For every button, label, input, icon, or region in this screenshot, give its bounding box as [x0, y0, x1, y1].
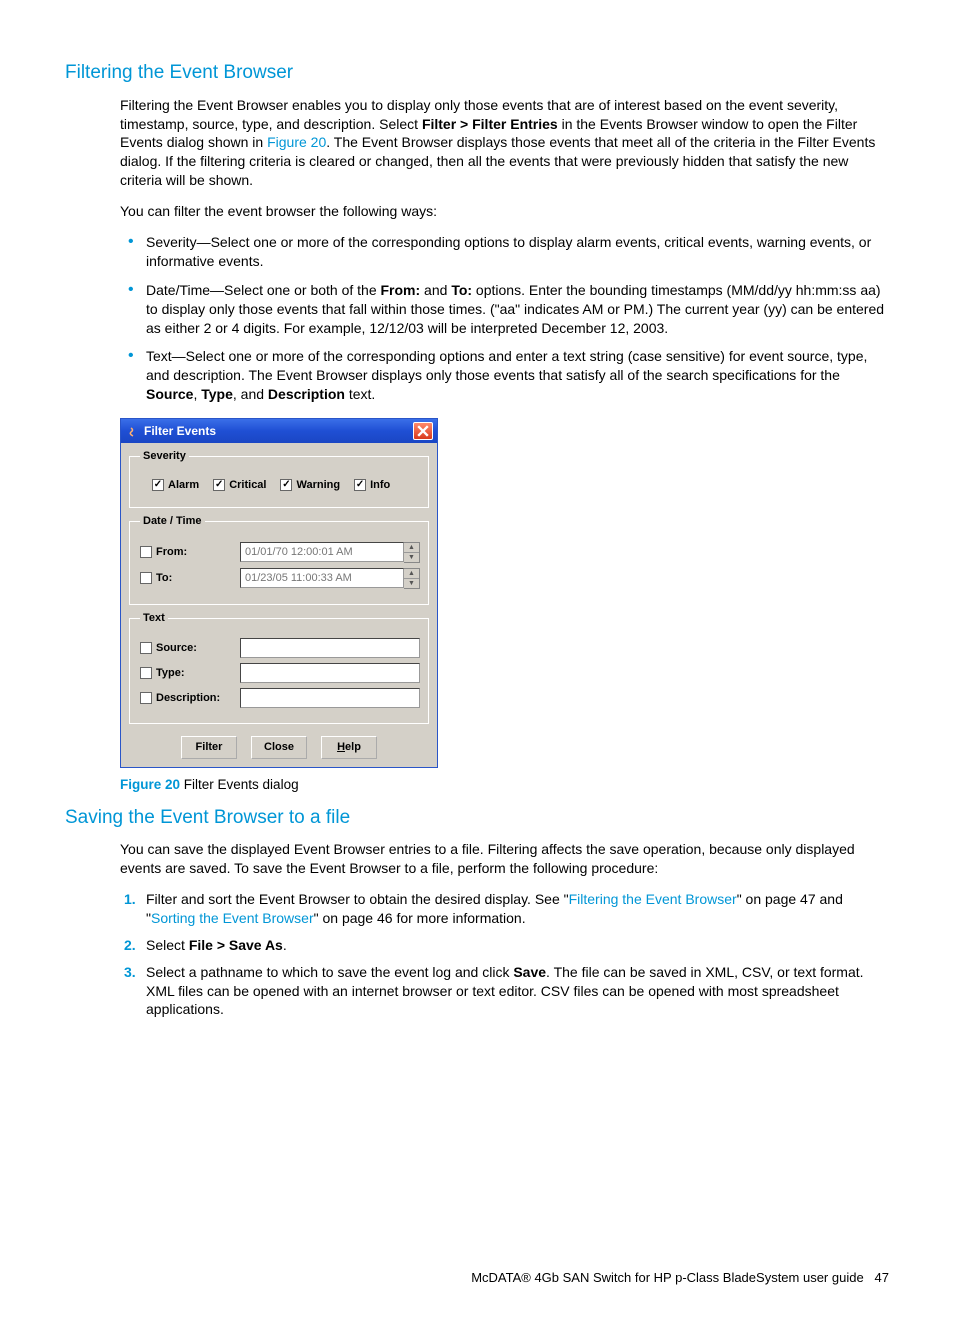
heading-filtering: Filtering the Event Browser: [65, 60, 889, 86]
bold-description: Description: [268, 386, 345, 402]
label-from: From:: [156, 545, 187, 560]
text: .: [283, 937, 287, 953]
checkbox-from[interactable]: From:: [140, 545, 232, 560]
bullet-severity: Severity—Select one or more of the corre…: [146, 233, 889, 271]
text: Filter and sort the Event Browser to obt…: [146, 891, 569, 907]
text: Text—Select one or more of the correspon…: [146, 348, 867, 383]
menupath-save-as: File > Save As: [189, 937, 283, 953]
page-footer: McDATA® 4Gb SAN Switch for HP p-Class Bl…: [65, 1269, 889, 1287]
checkbox-warning[interactable]: Warning: [280, 478, 340, 493]
figure-caption: Figure 20 Filter Events dialog: [120, 776, 889, 794]
help-button[interactable]: Help: [321, 736, 377, 759]
figure-number: Figure 20: [120, 777, 180, 792]
checkbox-to[interactable]: To:: [140, 571, 232, 586]
bullet-text: Text—Select one or more of the correspon…: [146, 347, 889, 404]
severity-group: Severity Alarm Critical Warning Info: [129, 449, 429, 508]
to-datetime-input[interactable]: [240, 568, 404, 588]
section2-para1: You can save the displayed Event Browser…: [120, 840, 889, 878]
source-input[interactable]: [240, 638, 420, 658]
from-spinner[interactable]: ▲▼: [404, 542, 420, 563]
label-critical: Critical: [229, 478, 266, 493]
filter-button[interactable]: Filter: [181, 736, 237, 759]
close-button[interactable]: [413, 422, 433, 440]
bold-source: Source: [146, 386, 193, 402]
step-3: Select a pathname to which to save the e…: [146, 963, 889, 1020]
figure-text: Filter Events dialog: [180, 777, 299, 792]
text-legend: Text: [140, 611, 168, 626]
text: Select a pathname to which to save the e…: [146, 964, 513, 980]
link-filtering[interactable]: Filtering the Event Browser: [569, 891, 737, 907]
text: and: [420, 282, 451, 298]
filter-ways-list: Severity—Select one or more of the corre…: [120, 233, 889, 404]
text: Date/Time—Select one or both of the: [146, 282, 381, 298]
label-to: To:: [156, 571, 172, 586]
description-input[interactable]: [240, 688, 420, 708]
java-icon: [127, 426, 139, 438]
label-warning: Warning: [296, 478, 340, 493]
datetime-group: Date / Time From: ▲▼ To: ▲▼: [129, 514, 429, 605]
section1-para2: You can filter the event browser the fol…: [120, 202, 889, 221]
type-input[interactable]: [240, 663, 420, 683]
bullet-datetime: Date/Time—Select one or both of the From…: [146, 281, 889, 338]
text-group: Text Source: Type: Description:: [129, 611, 429, 725]
label-alarm: Alarm: [168, 478, 199, 493]
checkbox-alarm[interactable]: Alarm: [152, 478, 199, 493]
close-dialog-button[interactable]: Close: [251, 736, 307, 759]
section2-body: You can save the displayed Event Browser…: [120, 840, 889, 1019]
text: Select: [146, 937, 189, 953]
menupath-filter-entries: Filter > Filter Entries: [422, 116, 558, 132]
bold-from: From:: [381, 282, 421, 298]
checkbox-info[interactable]: Info: [354, 478, 390, 493]
bold-type: Type: [201, 386, 233, 402]
help-mnemonic: H: [337, 741, 345, 753]
text: text.: [345, 386, 375, 402]
datetime-legend: Date / Time: [140, 514, 205, 529]
checkbox-description[interactable]: Description:: [140, 691, 232, 706]
label-source: Source:: [156, 641, 197, 656]
section1-para1: Filtering the Event Browser enables you …: [120, 96, 889, 190]
page-number: 47: [875, 1270, 889, 1285]
checkbox-type[interactable]: Type:: [140, 666, 232, 681]
footer-text: McDATA® 4Gb SAN Switch for HP p-Class Bl…: [471, 1270, 864, 1285]
bold-to: To:: [451, 282, 472, 298]
checkbox-critical[interactable]: Critical: [213, 478, 266, 493]
step-2: Select File > Save As.: [146, 936, 889, 955]
heading-saving: Saving the Event Browser to a file: [65, 805, 889, 831]
section1-body: Filtering the Event Browser enables you …: [120, 96, 889, 404]
label-description: Description:: [156, 691, 220, 706]
filter-events-dialog: Filter Events Severity Alarm Critical Wa…: [120, 418, 438, 768]
button-save-ref: Save: [513, 964, 546, 980]
save-steps: Filter and sort the Event Browser to obt…: [120, 890, 889, 1019]
from-datetime-input[interactable]: [240, 542, 404, 562]
severity-legend: Severity: [140, 449, 189, 464]
link-sorting[interactable]: Sorting the Event Browser: [151, 910, 314, 926]
step-1: Filter and sort the Event Browser to obt…: [146, 890, 889, 928]
text: " on page 46 for more information.: [314, 910, 526, 926]
label-info: Info: [370, 478, 390, 493]
text: , and: [233, 386, 268, 402]
to-spinner[interactable]: ▲▼: [404, 568, 420, 589]
help-rest: elp: [345, 741, 361, 753]
checkbox-source[interactable]: Source:: [140, 641, 232, 656]
link-figure-20[interactable]: Figure 20: [267, 134, 326, 150]
dialog-body: Severity Alarm Critical Warning Info Dat…: [121, 443, 437, 767]
dialog-title: Filter Events: [144, 423, 216, 439]
dialog-titlebar[interactable]: Filter Events: [121, 419, 437, 443]
label-type: Type:: [156, 666, 185, 681]
